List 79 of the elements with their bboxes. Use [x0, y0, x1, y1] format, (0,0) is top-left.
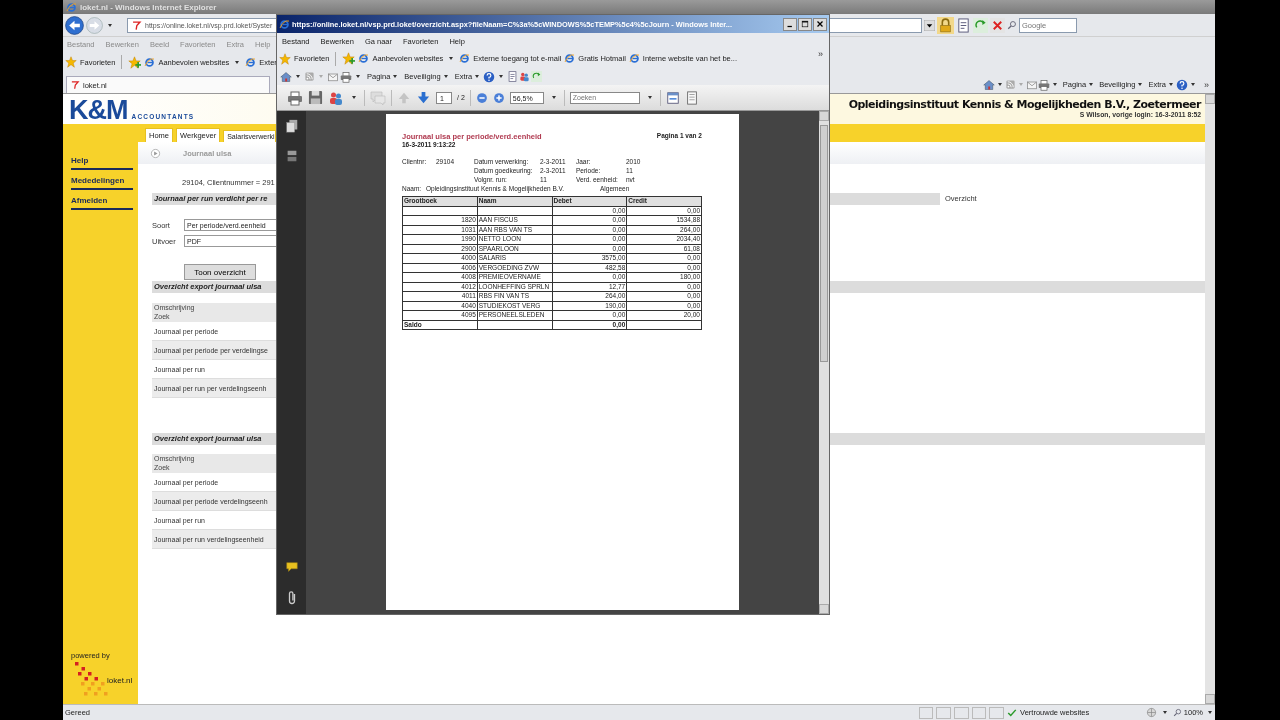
caret-icon[interactable]: [356, 75, 360, 78]
caret-icon[interactable]: [1052, 83, 1057, 86]
checkmark-icon: [1007, 707, 1018, 718]
speech-bubble-icon: [370, 89, 386, 106]
browser-icon: [66, 1, 77, 13]
add-favorite-icon[interactable]: [128, 55, 142, 69]
help-icon[interactable]: [483, 70, 496, 83]
scrollbar[interactable]: [819, 111, 829, 614]
refresh-icon[interactable]: [973, 17, 988, 33]
down-arrow-icon[interactable]: [416, 90, 431, 105]
browser-icon[interactable]: [358, 53, 370, 64]
page-icon[interactable]: [684, 90, 699, 105]
home-icon[interactable]: [280, 70, 292, 83]
caret-icon[interactable]: [108, 23, 112, 27]
printer-icon[interactable]: [1037, 78, 1050, 91]
printer-icon[interactable]: [340, 70, 352, 83]
speech-bubble-icon[interactable]: [284, 560, 299, 574]
cross-icon[interactable]: [990, 17, 1005, 33]
scroll-thumb[interactable]: [820, 125, 828, 362]
caret-icon[interactable]: [235, 60, 240, 64]
close-icon[interactable]: [815, 19, 825, 29]
caret-icon[interactable]: [551, 96, 556, 99]
more-button[interactable]: »: [818, 49, 823, 59]
people-icon[interactable]: [519, 71, 531, 82]
maximize-icon[interactable]: [800, 19, 810, 29]
dropdown-arrow-icon[interactable]: [924, 19, 935, 31]
show-overview-button[interactable]: Toon overzicht: [184, 264, 256, 280]
site-icon: [70, 80, 80, 90]
browser-icon[interactable]: [564, 53, 576, 64]
search-icon[interactable]: [1007, 20, 1017, 30]
pages-icon[interactable]: [284, 119, 299, 133]
envelope-icon[interactable]: [1025, 78, 1038, 91]
browser-icon[interactable]: [628, 53, 640, 64]
browser-icon: [279, 18, 290, 30]
browser-icon[interactable]: [459, 53, 471, 64]
sidebar-link[interactable]: Mededelingen: [71, 170, 133, 190]
logo: K&M: [69, 96, 128, 124]
caret-icon[interactable]: [1208, 711, 1212, 714]
caret-icon[interactable]: [393, 75, 398, 78]
printer-icon[interactable]: [287, 89, 303, 106]
caret-icon[interactable]: [449, 57, 454, 60]
caret-icon[interactable]: [1169, 83, 1173, 86]
add-favorite-icon[interactable]: [342, 52, 356, 65]
browser-icon[interactable]: [245, 56, 257, 68]
help-icon[interactable]: [1176, 78, 1188, 91]
home-icon[interactable]: [982, 78, 995, 91]
caret-icon[interactable]: [1089, 83, 1094, 86]
padlock-icon[interactable]: [937, 16, 954, 34]
star-icon[interactable]: [65, 56, 77, 68]
zoom-in-icon[interactable]: [492, 91, 505, 104]
globe-icon[interactable]: [1145, 707, 1157, 718]
sidebar-link[interactable]: Help: [71, 150, 133, 170]
caret-icon[interactable]: [296, 75, 300, 78]
zoom-out-icon[interactable]: [475, 91, 488, 104]
caret-icon[interactable]: [1191, 83, 1195, 86]
caret-icon[interactable]: [647, 96, 652, 99]
caret-icon[interactable]: [1138, 83, 1143, 86]
document-icon[interactable]: [956, 17, 971, 33]
more-button[interactable]: »: [1204, 79, 1209, 90]
caret-icon[interactable]: [475, 75, 480, 78]
site-icon: [131, 19, 142, 31]
refresh-icon[interactable]: [531, 71, 543, 82]
caret-icon[interactable]: [997, 83, 1002, 86]
company-name: Opleidingsinstituut Kennis & Mogelijkheden B.V., Zoetermeer: [848, 98, 1201, 111]
arrow-circle-icon[interactable]: [150, 147, 161, 159]
star-icon[interactable]: [279, 52, 291, 65]
fit-width-icon[interactable]: [665, 90, 680, 105]
caret-icon[interactable]: [499, 75, 504, 78]
browser-icon[interactable]: [144, 56, 156, 68]
search-icon: [1172, 708, 1182, 717]
back-icon[interactable]: [65, 15, 84, 35]
caret-icon[interactable]: [443, 75, 448, 78]
window-title: loket.nl - Windows Internet Explorer: [80, 2, 217, 12]
envelope-icon[interactable]: [327, 70, 339, 83]
sidebar-link[interactable]: Afmelden: [71, 190, 133, 210]
logo-text: loket.nl: [107, 675, 133, 685]
caret-icon[interactable]: [352, 96, 356, 99]
caret-icon[interactable]: [1162, 711, 1167, 714]
up-arrow-icon: [397, 90, 411, 105]
